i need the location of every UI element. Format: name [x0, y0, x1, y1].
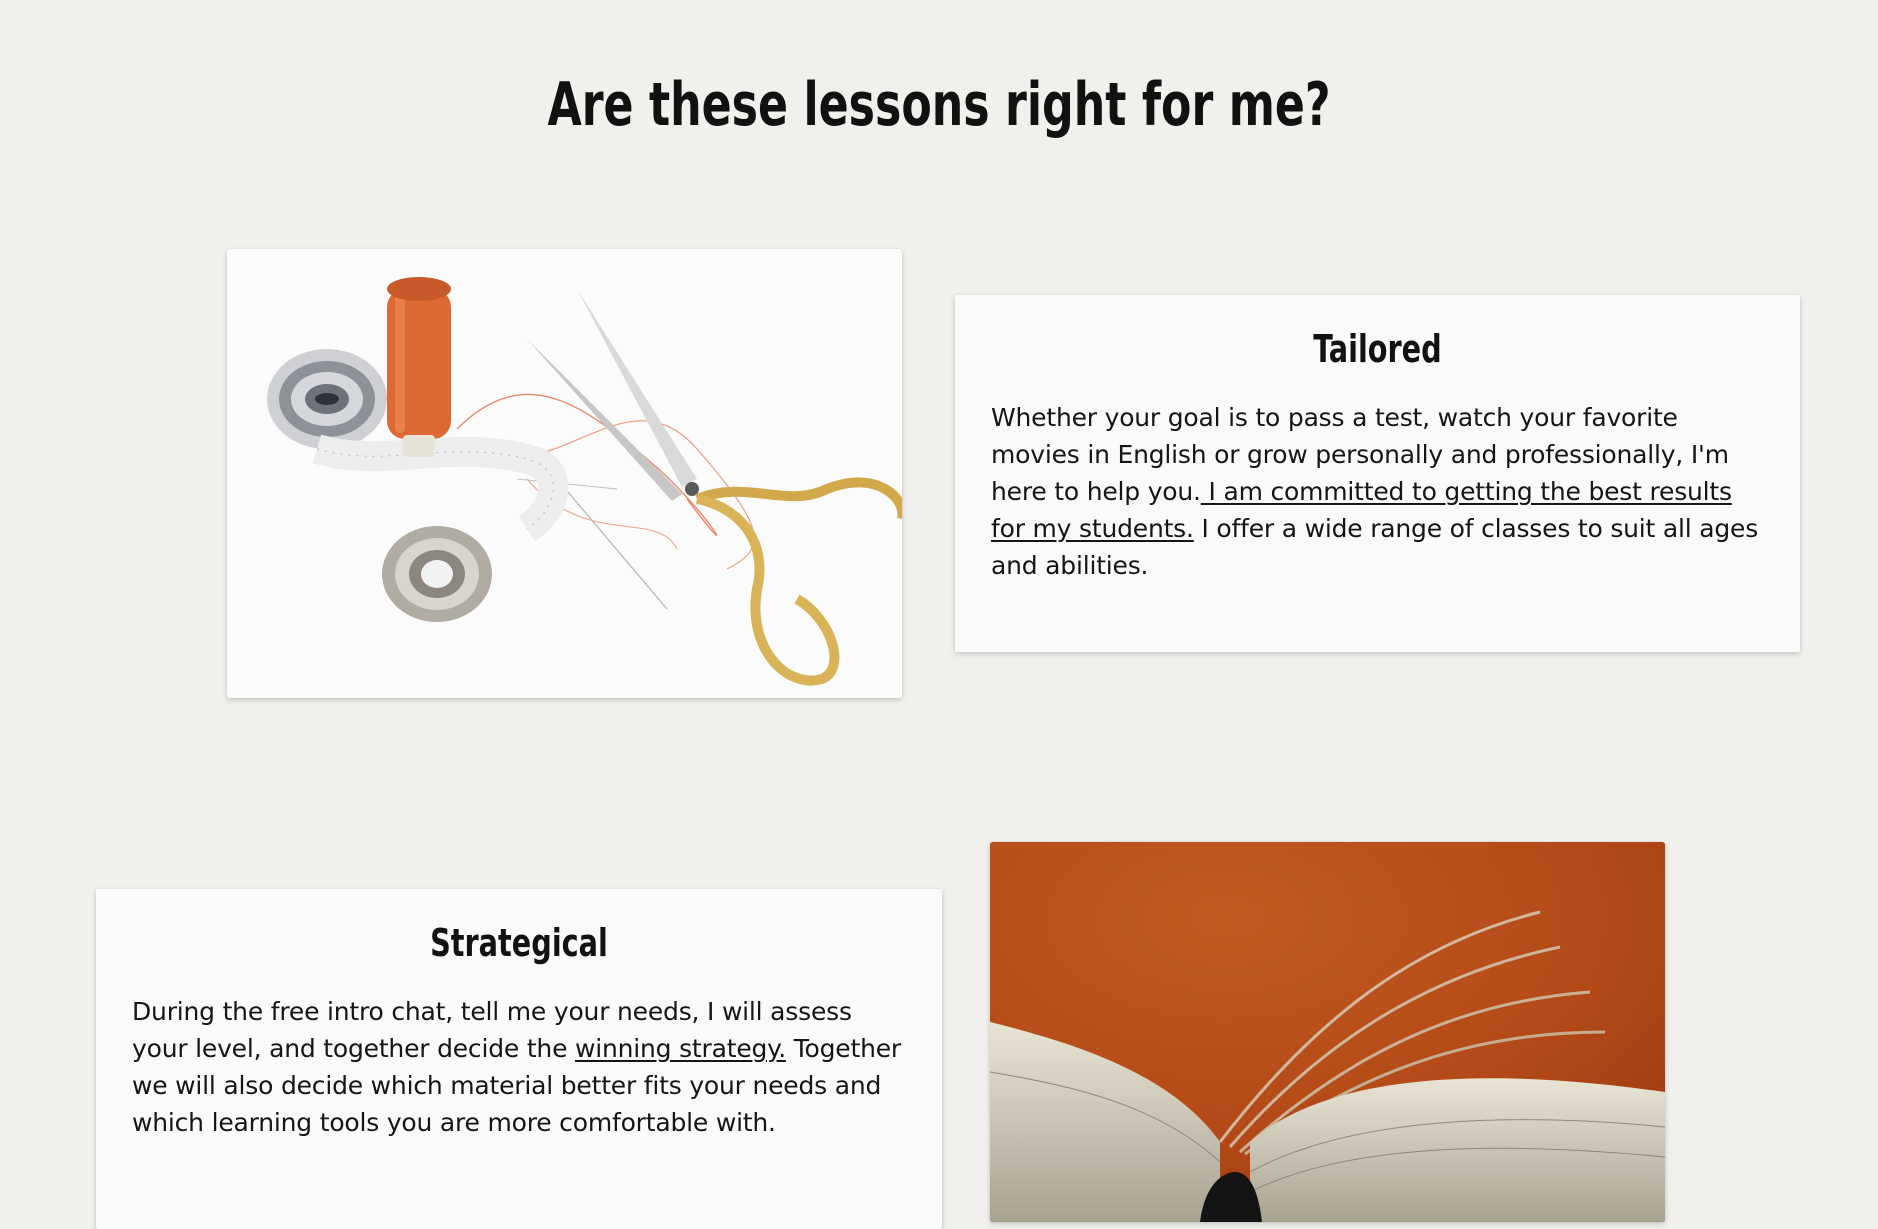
- page-title: Are these lessons right for me?: [547, 70, 1331, 140]
- winning-strategy-link[interactable]: winning strategy.: [575, 1034, 786, 1063]
- strategical-card: Strategical During the free intro chat, …: [96, 889, 942, 1229]
- strategical-description: During the free intro chat, tell me your…: [132, 993, 906, 1141]
- open-book-photo: [990, 842, 1665, 1222]
- tailored-heading: Tailored: [1313, 327, 1442, 371]
- sewing-tools-photo: [227, 249, 902, 698]
- tailored-card: Tailored Whether your goal is to pass a …: [955, 295, 1800, 652]
- tailored-description: Whether your goal is to pass a test, wat…: [991, 399, 1764, 584]
- strategical-heading: Strategical: [430, 921, 608, 965]
